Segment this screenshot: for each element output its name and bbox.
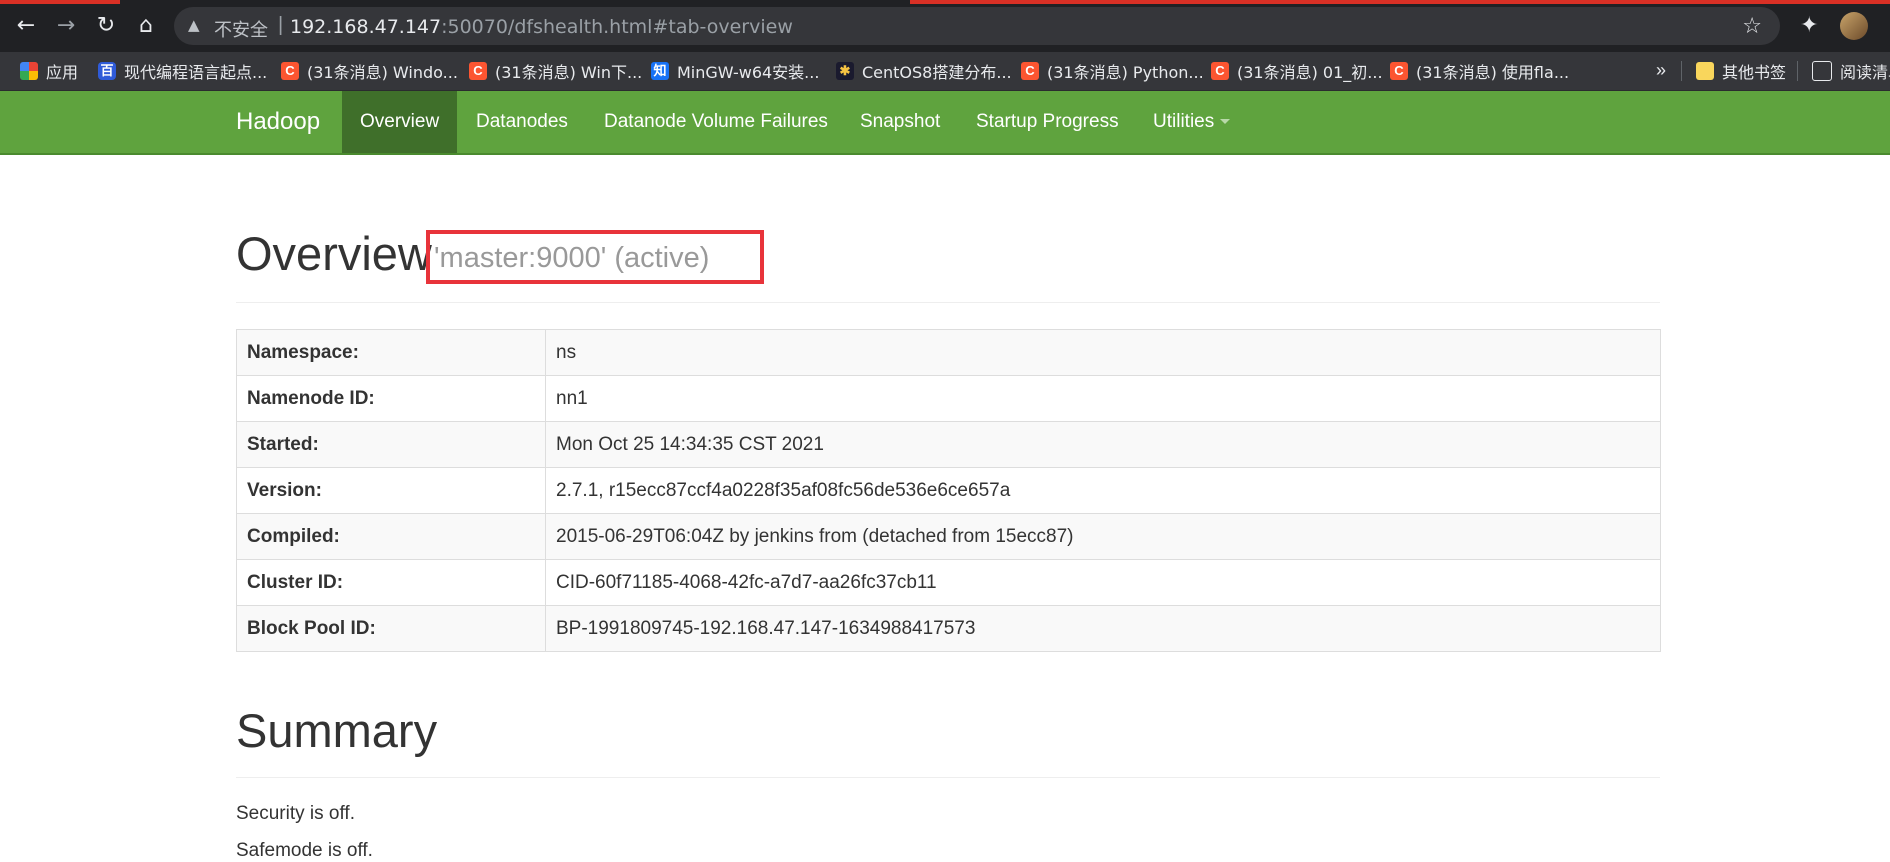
annotation-box (426, 230, 764, 284)
apps-icon (20, 62, 38, 80)
bookmark-label: (31条消息) Windo... (307, 63, 458, 82)
caret-down-icon (1220, 119, 1231, 125)
url-separator: | (278, 14, 284, 36)
table-row: Cluster ID: CID-60f71185-4068-42fc-a7d7-a… (236, 559, 1661, 606)
bookmark-item[interactable]: C (31条消息) 01_初... (1211, 52, 1383, 90)
row-key: Version: (236, 467, 546, 514)
row-key: Cluster ID: (236, 559, 546, 606)
row-key: Namenode ID: (236, 375, 546, 422)
safemode-status: Safemode is off. (236, 840, 373, 861)
insecure-label[interactable]: 不安全 (214, 16, 268, 42)
home-icon[interactable]: ⌂ (132, 12, 160, 40)
url-host: 192.168.47.147 (290, 16, 442, 38)
row-value: BP-1991809745-192.168.47.147-16349884175… (545, 605, 1661, 652)
divider (1681, 61, 1682, 81)
bookmark-item[interactable]: C (31条消息) Win下... (469, 52, 642, 90)
security-status: Security is off. (236, 803, 355, 824)
tab-utilities[interactable]: Utilities (1153, 91, 1231, 153)
row-value: Mon Oct 25 14:34:35 CST 2021 (545, 421, 1661, 468)
bookmark-label: 应用 (46, 63, 79, 82)
divider (236, 777, 1660, 778)
warning-icon[interactable]: ▲ (188, 16, 206, 34)
address-bar[interactable]: ▲ 不安全 | 192.168.47.147:50070/dfshealth.h… (174, 7, 1780, 45)
star-icon[interactable]: ☆ (1742, 14, 1762, 39)
bookmark-label: MinGW-w64安装... (677, 63, 820, 82)
bookmark-item[interactable]: C (31条消息) Python... (1021, 52, 1204, 90)
row-value: 2.7.1, r15ecc87ccf4a0228f35af08fc56de536… (545, 467, 1661, 514)
table-row: Version: 2.7.1, r15ecc87ccf4a0228f35af08f… (236, 467, 1661, 514)
row-value: nn1 (545, 375, 1661, 422)
reload-icon[interactable]: ↻ (92, 12, 120, 40)
extensions-icon[interactable]: ✦ (1800, 13, 1818, 38)
bookmark-apps[interactable]: 应用 (20, 52, 78, 90)
bookmarks-bar: 应用 百现代编程语言起点... C (31条消息) Windo... C (31条消… (0, 52, 1890, 91)
bookmark-label: (31条消息) Win下... (495, 63, 643, 82)
back-icon[interactable]: ← (12, 12, 40, 40)
table-row: Namenode ID: nn1 (236, 375, 1661, 422)
page-title: Overview (236, 227, 432, 280)
table-row: Compiled: 2015-06-29T06:04Z by jenkins fr… (236, 513, 1661, 560)
bookmark-item[interactable]: 知 MinGW-w64安装... (651, 52, 819, 90)
tab-strip-accent (910, 0, 1890, 4)
bookmark-item[interactable]: ✱ CentOS8搭建分布... (836, 52, 1012, 90)
table-row: Block Pool ID: BP-1991809745-192.168.47.1… (236, 605, 1661, 652)
bookmark-label: (31条消息) 使用fla... (1416, 63, 1570, 82)
url-path: :50070/dfshealth.html#tab-overview (441, 16, 793, 38)
csdn-icon: C (1211, 62, 1229, 80)
zhihu-icon: 知 (651, 62, 669, 80)
table-row: Namespace: ns (236, 329, 1661, 376)
brand-link[interactable]: Hadoop (236, 91, 320, 153)
bookmark-label: CentOS8搭建分布... (862, 63, 1012, 82)
reading-list-icon (1812, 61, 1832, 81)
divider (1797, 61, 1798, 81)
row-value: ns (545, 329, 1661, 376)
centos-icon: ✱ (836, 62, 854, 80)
url-text[interactable]: 192.168.47.147:50070/dfshealth.html#tab-… (290, 16, 793, 38)
reading-list-label: 阅读清单 (1840, 63, 1890, 82)
reading-list[interactable]: 阅读清单 (1812, 52, 1890, 90)
row-key: Started: (236, 421, 546, 468)
tab-strip-accent (0, 0, 120, 4)
browser-toolbar: ← → ↻ ⌂ ▲ 不安全 | 192.168.47.147:50070/dfs… (0, 0, 1890, 52)
row-key: Block Pool ID: (236, 605, 546, 652)
other-bookmarks[interactable]: 其他书签 (1696, 52, 1786, 90)
bookmark-label: (31条消息) Python... (1047, 63, 1204, 82)
folder-icon (1696, 62, 1714, 80)
avatar[interactable] (1840, 12, 1868, 40)
row-key: Namespace: (236, 329, 546, 376)
bookmark-label: 现代编程语言起点... (124, 63, 268, 82)
row-key: Compiled: (236, 513, 546, 560)
bookmark-label: (31条消息) 01_初... (1237, 63, 1383, 82)
bookmarks-overflow-icon[interactable]: » (1656, 60, 1666, 81)
hadoop-navbar: Hadoop Overview Datanodes Datanode Volum… (0, 91, 1890, 155)
tab-datanodes[interactable]: Datanodes (476, 91, 568, 153)
baidu-icon: 百 (98, 62, 116, 80)
csdn-icon: C (281, 62, 299, 80)
csdn-icon: C (1021, 62, 1039, 80)
csdn-icon: C (469, 62, 487, 80)
tab-datanode-volume-failures[interactable]: Datanode Volume Failures (604, 91, 828, 153)
bookmark-item[interactable]: C (31条消息) 使用fla... (1390, 52, 1569, 90)
other-bookmarks-label: 其他书签 (1722, 63, 1787, 82)
tab-snapshot[interactable]: Snapshot (860, 91, 940, 153)
utilities-label: Utilities (1153, 111, 1215, 132)
summary-title: Summary (236, 704, 438, 757)
bookmark-item[interactable]: 百现代编程语言起点... (98, 52, 267, 90)
table-row: Started: Mon Oct 25 14:34:35 CST 2021 (236, 421, 1661, 468)
forward-icon[interactable]: → (52, 12, 80, 40)
overview-table: Namespace: ns Namenode ID: nn1 Started: Mon… (236, 329, 1661, 652)
bookmark-item[interactable]: C (31条消息) Windo... (281, 52, 458, 90)
tab-overview[interactable]: Overview (342, 91, 458, 153)
tab-startup-progress[interactable]: Startup Progress (976, 91, 1119, 153)
divider (236, 302, 1660, 303)
csdn-icon: C (1390, 62, 1408, 80)
row-value: CID-60f71185-4068-42fc-a7d7-aa26fc37cb11 (545, 559, 1661, 606)
row-value: 2015-06-29T06:04Z by jenkins from (detac… (545, 513, 1661, 560)
